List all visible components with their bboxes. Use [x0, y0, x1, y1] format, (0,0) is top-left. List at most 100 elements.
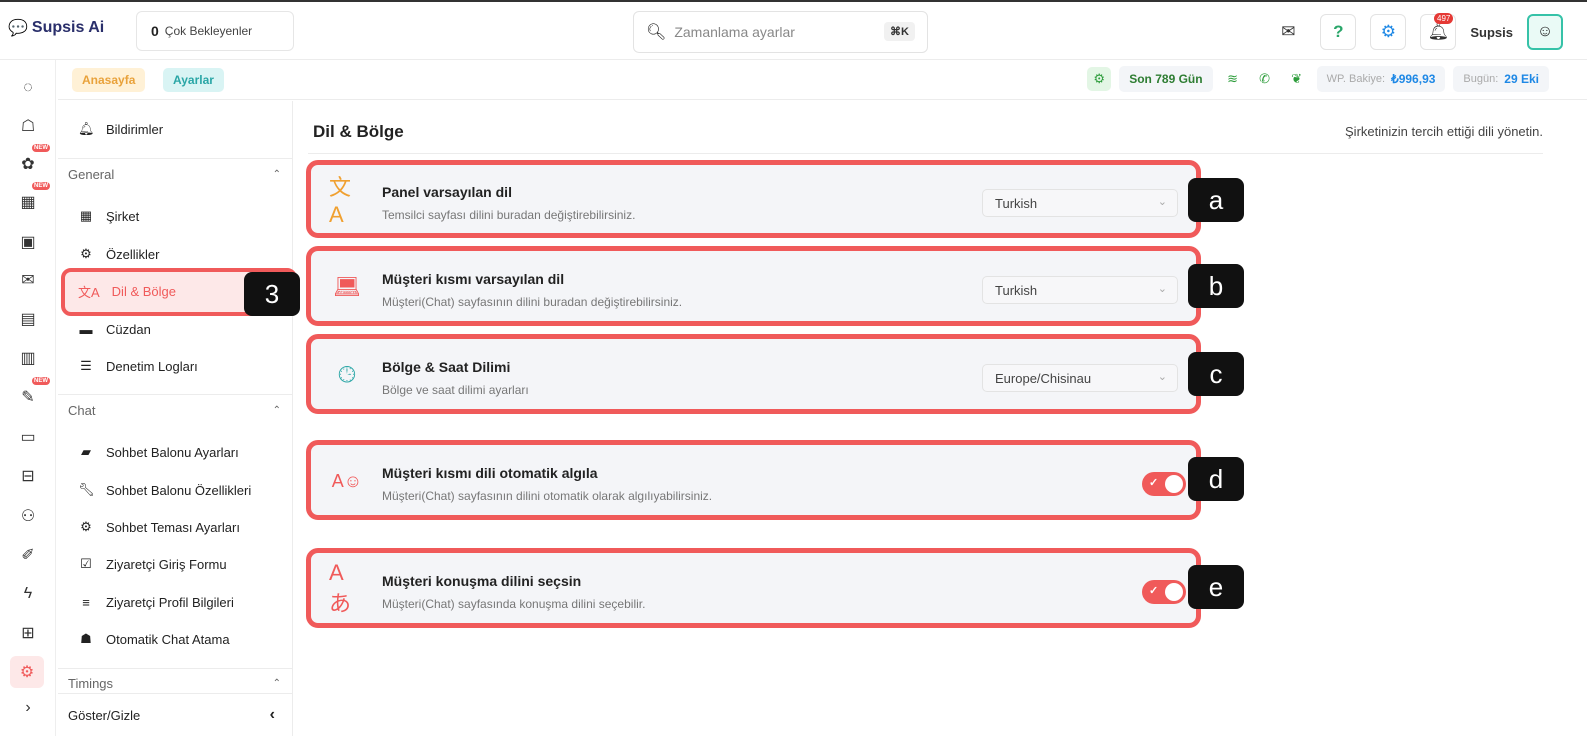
- bell-icon: 🔔︎: [78, 121, 95, 136]
- customer-choose-language-toggle[interactable]: ✓: [1142, 580, 1186, 604]
- users-icon[interactable]: ⚇: [16, 504, 40, 528]
- setting-card-region-timezone: 🕒︎ Bölge & Saat Dilimi Bölge ve saat dil…: [306, 334, 1201, 414]
- mail-icon[interactable]: ✉: [1270, 14, 1307, 50]
- sidebar-item-chat-bubble-settings[interactable]: ▰ Sohbet Balonu Ayarları: [78, 437, 239, 467]
- sidebar-item-audit-logs[interactable]: ☰ Denetim Logları: [78, 351, 198, 381]
- settings-sidebar: 🔔︎ Bildirimler General ⌃ ▦ Şirket ⚙ Özel…: [58, 101, 293, 736]
- search-shortcut: ⌘K: [884, 22, 915, 41]
- translate-icon: 文A: [78, 285, 100, 300]
- search-bar[interactable]: 🔍︎ Zamanlama ayarlar ⌘K: [633, 11, 928, 53]
- sidebar-item-visitor-login-form[interactable]: ☑ Ziyaretçi Giriş Formu: [78, 549, 227, 579]
- setting-description: Bölge ve saat dilimi ayarları: [382, 383, 529, 397]
- setting-card-auto-detect-language: A☺ Müşteri kısmı dili otomatik algıla Mü…: [306, 440, 1201, 520]
- today-stat: Bugün: 29 Eki: [1453, 66, 1549, 92]
- status-stats: ⚙ Son 789 Gün ≋ ✆ ❦ WP. Bakiye: ₺996,93 …: [1087, 66, 1549, 92]
- timezone-select[interactable]: Europe/Chisinau ⌄: [982, 364, 1178, 392]
- marker-a: a: [1188, 178, 1244, 222]
- sidebar-item-label: Cüzdan: [106, 321, 151, 337]
- toggle-knob: [1165, 583, 1183, 601]
- divider: [308, 153, 1543, 154]
- page-subtitle: Şirketinizin tercih ettiği dili yönetin.: [1345, 124, 1543, 139]
- setting-description: Müşteri(Chat) sayfasının dilini otomatik…: [382, 489, 713, 503]
- sidebar-item-visitor-profile[interactable]: ≡ Ziyaretçi Profil Bilgileri: [78, 587, 234, 617]
- wp-balance: WP. Bakiye: ₺996,93: [1316, 66, 1446, 92]
- calendar-icon[interactable]: ▤: [16, 307, 40, 331]
- section-general[interactable]: General ⌃: [68, 164, 281, 184]
- marker-b: b: [1188, 264, 1244, 308]
- check-icon: ✓: [1149, 477, 1159, 489]
- sidebar-item-auto-assign[interactable]: ☗ Otomatik Chat Atama: [78, 624, 229, 654]
- customer-language-select[interactable]: Turkish ⌄: [982, 276, 1178, 304]
- days-label: Son 789 Gün: [1129, 72, 1203, 86]
- setting-card-customer-language: 💻︎ Müşteri kısmı varsayılan dil Müşteri(…: [306, 246, 1201, 326]
- table-icon[interactable]: ▦ NEW: [16, 182, 50, 214]
- wp-balance-value: ₺996,93: [1391, 72, 1436, 86]
- list-icon: ☰: [80, 358, 92, 373]
- help-icon[interactable]: ?: [1320, 14, 1357, 50]
- pending-chats-widget[interactable]: 0 Çok Bekleyenler: [136, 11, 294, 51]
- language-person-icon: A☺: [331, 470, 363, 491]
- new-badge: NEW: [32, 144, 50, 152]
- sidebar-toggle[interactable]: Göster/Gizle ‹: [58, 693, 293, 736]
- sidebar-item-chat-bubble-features[interactable]: 🔧︎ Sohbet Balonu Özellikleri: [78, 475, 251, 505]
- edit-list-icon[interactable]: ✎ NEW: [16, 377, 50, 409]
- section-timings[interactable]: Timings ⌃: [68, 673, 281, 693]
- edit-lines-icon: ≡: [82, 594, 90, 610]
- avatar[interactable]: ☺: [1527, 14, 1563, 50]
- sidebar-item-wallet[interactable]: ▬ Cüzdan: [78, 314, 151, 344]
- sidebar-item-chat-theme[interactable]: ⚙ Sohbet Teması Ayarları: [78, 512, 240, 542]
- bot-icon[interactable]: ☖: [16, 114, 40, 138]
- breadcrumb-home[interactable]: Anasayfa: [72, 68, 146, 92]
- chevron-right-icon[interactable]: ›: [16, 696, 40, 720]
- section-chat[interactable]: Chat ⌃: [68, 400, 281, 420]
- setting-description: Müşteri(Chat) sayfasının dilini buradan …: [382, 295, 683, 309]
- wp-balance-label: WP. Bakiye:: [1326, 73, 1386, 85]
- sidebar-item-label: Sohbet Balonu Ayarları: [106, 444, 239, 460]
- pending-count: 0: [151, 23, 159, 39]
- sidebar-toggle-label: Göster/Gizle: [68, 707, 141, 723]
- chevron-left-icon: ‹: [269, 706, 275, 723]
- marker-d: d: [1188, 457, 1244, 501]
- app-logo[interactable]: 💬 Supsis Ai: [8, 18, 104, 38]
- contact-card-icon[interactable]: ▣: [16, 230, 40, 254]
- cog-icon: ⚙: [80, 519, 92, 534]
- select-value: Turkish: [995, 282, 1038, 298]
- setting-title: Müşteri kısmı varsayılan dil: [382, 271, 565, 287]
- new-badge: NEW: [32, 182, 50, 190]
- sidebar-item-features[interactable]: ⚙ Özellikler: [78, 239, 159, 269]
- panel-language-select[interactable]: Turkish ⌄: [982, 189, 1178, 217]
- cog-icon: ⚙: [80, 246, 92, 261]
- settings-gear-icon[interactable]: ⚙: [10, 656, 44, 688]
- gear-icon[interactable]: ⚙: [1370, 14, 1407, 50]
- bell-icon[interactable]: 🔔︎ 497: [1420, 13, 1457, 50]
- lightning-icon[interactable]: ϟ: [16, 582, 40, 606]
- message-icon: ▰: [81, 444, 91, 459]
- notes-icon[interactable]: ▥: [16, 346, 40, 370]
- wrench-icon: 🔧︎: [78, 482, 95, 497]
- checkbox-icon: ☑: [80, 556, 92, 571]
- marker-c: c: [1188, 352, 1244, 396]
- apps-grid-icon[interactable]: ⊞: [16, 621, 40, 645]
- today-value: 29 Eki: [1504, 72, 1539, 86]
- ticket-icon[interactable]: ▭: [16, 425, 40, 449]
- divider: [58, 668, 293, 669]
- flow-icon[interactable]: ✿ NEW: [16, 144, 50, 176]
- sidebar-item-notifications[interactable]: 🔔︎ Bildirimler: [78, 114, 163, 144]
- sidebar-item-label: Sohbet Balonu Özellikleri: [106, 482, 252, 498]
- sidebar-item-label: Sohbet Teması Ayarları: [106, 519, 240, 535]
- chat-bubbles-icon: 💬: [8, 20, 28, 37]
- username[interactable]: Supsis: [1470, 25, 1513, 40]
- pen-icon[interactable]: ✐: [16, 543, 40, 567]
- sidebar-item-company[interactable]: ▦ Şirket: [78, 201, 139, 231]
- chevron-up-icon: ⌃: [272, 677, 281, 689]
- leaf-icon: ❦: [1291, 71, 1303, 86]
- breadcrumb: Anasayfa Ayarlar ⚙ Son 789 Gün ≋ ✆ ❦ WP.…: [58, 60, 1587, 100]
- breadcrumb-current[interactable]: Ayarlar: [163, 68, 224, 92]
- chat-bubble-icon[interactable]: ◌: [16, 76, 40, 100]
- inbox-icon[interactable]: ⊟: [16, 464, 40, 488]
- sidebar-item-label: Ziyaretçi Giriş Formu: [106, 556, 227, 572]
- app-name: Supsis Ai: [31, 19, 105, 36]
- auto-detect-toggle[interactable]: ✓: [1142, 472, 1186, 496]
- whatsapp-icon: ✆: [1259, 71, 1271, 86]
- mail-icon[interactable]: ✉: [16, 268, 40, 292]
